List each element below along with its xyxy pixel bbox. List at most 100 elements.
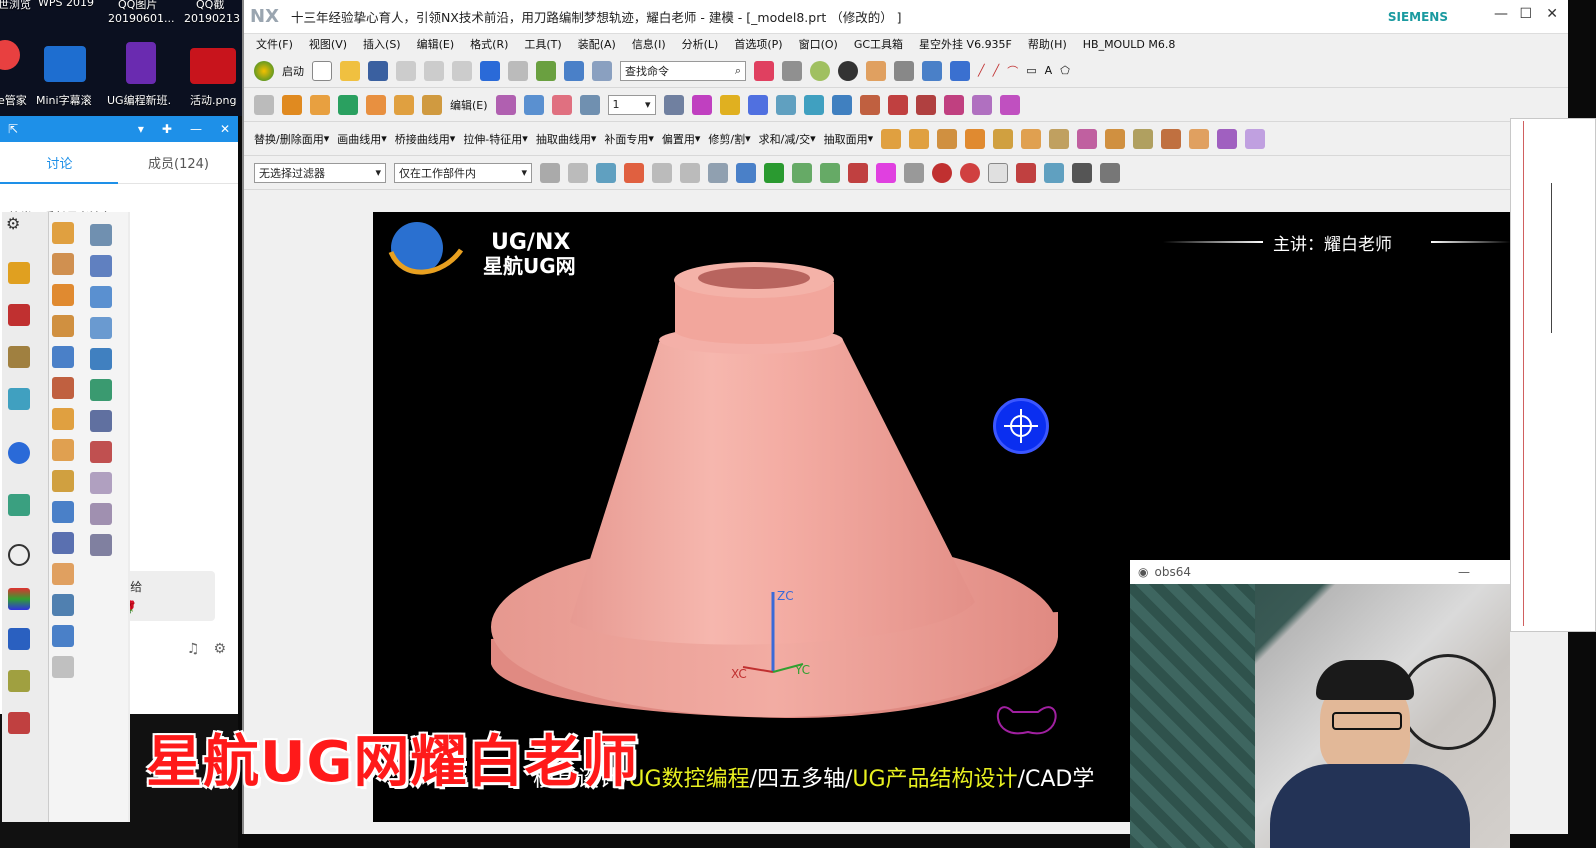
surface-tool-icon[interactable] (90, 410, 112, 432)
chevron-down-icon[interactable]: ▾ (810, 132, 816, 145)
mini-subtitle-icon[interactable] (44, 46, 86, 82)
grid-icon[interactable] (1072, 162, 1092, 183)
feature-tool-icon[interactable] (52, 408, 74, 430)
plugin-menu[interactable]: 抽取曲线用 (536, 131, 591, 147)
control-point-icon[interactable] (848, 162, 868, 183)
menu-item[interactable]: 格式(R) (470, 36, 508, 52)
start-icon[interactable] (254, 60, 274, 81)
menu-item[interactable]: GC工具箱 (854, 36, 903, 52)
feature-tool-icon[interactable] (52, 501, 74, 523)
system-icon[interactable] (8, 670, 30, 692)
block-icon[interactable] (366, 94, 386, 115)
cut-icon[interactable] (396, 60, 416, 81)
new-file-icon[interactable] (312, 60, 332, 81)
curve-icon[interactable] (859, 94, 880, 115)
bridge-icon[interactable] (915, 94, 936, 115)
plugin-menu[interactable]: 桥接曲线用 (395, 131, 450, 147)
feature-tool-icon[interactable] (52, 377, 74, 399)
fit-view-icon[interactable] (754, 60, 774, 81)
task-icon[interactable] (8, 712, 30, 734)
menu-item[interactable]: 装配(A) (578, 36, 616, 52)
feature-tool-icon[interactable] (52, 284, 74, 306)
mould-tool-icon[interactable] (881, 128, 902, 149)
plugin-menu[interactable]: 偏置用 (662, 131, 695, 147)
web-browser-icon[interactable] (8, 494, 30, 516)
shade-icon[interactable] (782, 60, 802, 81)
reuse-library-icon[interactable] (8, 388, 30, 410)
perpendicular-icon[interactable] (904, 162, 924, 183)
feature-tool-icon[interactable] (52, 253, 74, 275)
plane-icon[interactable] (495, 94, 516, 115)
distance-icon[interactable] (831, 94, 852, 115)
chevron-down-icon[interactable]: ▾ (591, 132, 597, 145)
voice-icon[interactable]: ♫ (187, 641, 200, 657)
arc-icon[interactable]: ⌒ (1007, 63, 1018, 79)
sew-icon[interactable] (999, 94, 1020, 115)
desktop-label[interactable]: UG编程新班. (107, 92, 171, 108)
window-icon[interactable] (592, 60, 612, 81)
desktop-label[interactable]: WPS 2019 (38, 0, 94, 9)
chevron-down-icon[interactable]: ▾ (522, 132, 528, 145)
surface-tool-icon[interactable] (90, 534, 112, 556)
mould-tool-icon[interactable] (937, 128, 958, 149)
mould-tool-icon[interactable] (965, 128, 986, 149)
roles-icon[interactable] (8, 628, 30, 650)
mould-tool-icon[interactable] (1133, 128, 1154, 149)
menu-item[interactable]: 视图(V) (309, 36, 347, 52)
settings-icon[interactable]: ⚙ (213, 641, 226, 657)
feature-tool-icon[interactable] (52, 532, 74, 554)
desktop-label[interactable]: Mini字幕滚 (36, 92, 92, 108)
surface-tool-icon[interactable] (90, 286, 112, 308)
menu-item[interactable]: 文件(F) (256, 36, 293, 52)
add-icon[interactable] (624, 162, 644, 183)
pattern-icon[interactable] (551, 94, 572, 115)
menu-item[interactable]: 窗口(O) (799, 36, 838, 52)
menu-item[interactable]: 星空外挂 V6.935F (919, 36, 1012, 52)
mould-tool-icon[interactable] (909, 128, 930, 149)
command-search-input[interactable]: 查找命令 ⌕ (620, 60, 746, 81)
feature-select-icon[interactable] (596, 162, 616, 183)
intersection-icon[interactable] (876, 162, 896, 183)
copy-icon[interactable] (424, 60, 444, 81)
edit-menu[interactable]: 编辑(E) (450, 97, 488, 113)
menu-item[interactable]: 插入(S) (363, 36, 401, 52)
menu-item[interactable]: 分析(L) (682, 36, 719, 52)
desktop-label[interactable]: 活动.png (190, 92, 236, 108)
mould-tool-icon[interactable] (993, 128, 1014, 149)
menu-item[interactable]: 帮助(H) (1028, 36, 1067, 52)
existing-point-icon[interactable] (988, 162, 1008, 183)
layer-select[interactable]: 1 ▾ (607, 94, 656, 115)
undo-icon[interactable] (480, 60, 500, 81)
mould-tool-icon[interactable] (1161, 128, 1182, 149)
color-icon[interactable] (719, 94, 740, 115)
part-nav-icon[interactable] (8, 346, 30, 368)
chevron-down-icon[interactable]: ▾ (745, 132, 751, 145)
feature-tool-icon[interactable] (52, 222, 74, 244)
plugin-menu[interactable]: 求和/减/交 (759, 131, 810, 147)
quadrant-icon[interactable] (960, 162, 980, 183)
snap-point-icon[interactable] (764, 162, 784, 183)
share-icon[interactable]: ⇱ (8, 122, 18, 136)
tools-icon[interactable] (1100, 162, 1120, 183)
feature-tool-icon[interactable] (52, 594, 74, 616)
filter-icon[interactable] (540, 162, 560, 183)
chevron-down-icon[interactable]: ▾ (450, 132, 456, 145)
feature-tool-icon[interactable] (52, 625, 74, 647)
close-button[interactable]: ✕ (1546, 6, 1558, 22)
start-menu[interactable]: 启动 (282, 63, 304, 79)
select-all-icon[interactable] (568, 162, 588, 183)
palette-icon[interactable] (8, 588, 30, 610)
text-icon[interactable]: A (1045, 64, 1053, 77)
surface-tool-icon[interactable] (90, 379, 112, 401)
wcs-icon[interactable] (950, 60, 970, 81)
desktop-label[interactable]: 世浏览 (0, 0, 31, 12)
midpoint-icon[interactable] (820, 162, 840, 183)
mould-tool-icon[interactable] (1217, 128, 1238, 149)
plugin-menu[interactable]: 修剪/割 (708, 131, 745, 147)
mould-tool-icon[interactable] (1077, 128, 1098, 149)
boolean-icon[interactable] (394, 94, 414, 115)
dimension-icon[interactable] (803, 94, 824, 115)
mould-tool-icon[interactable] (1105, 128, 1126, 149)
render-icon[interactable] (810, 60, 830, 81)
orient-icon[interactable] (922, 60, 942, 81)
